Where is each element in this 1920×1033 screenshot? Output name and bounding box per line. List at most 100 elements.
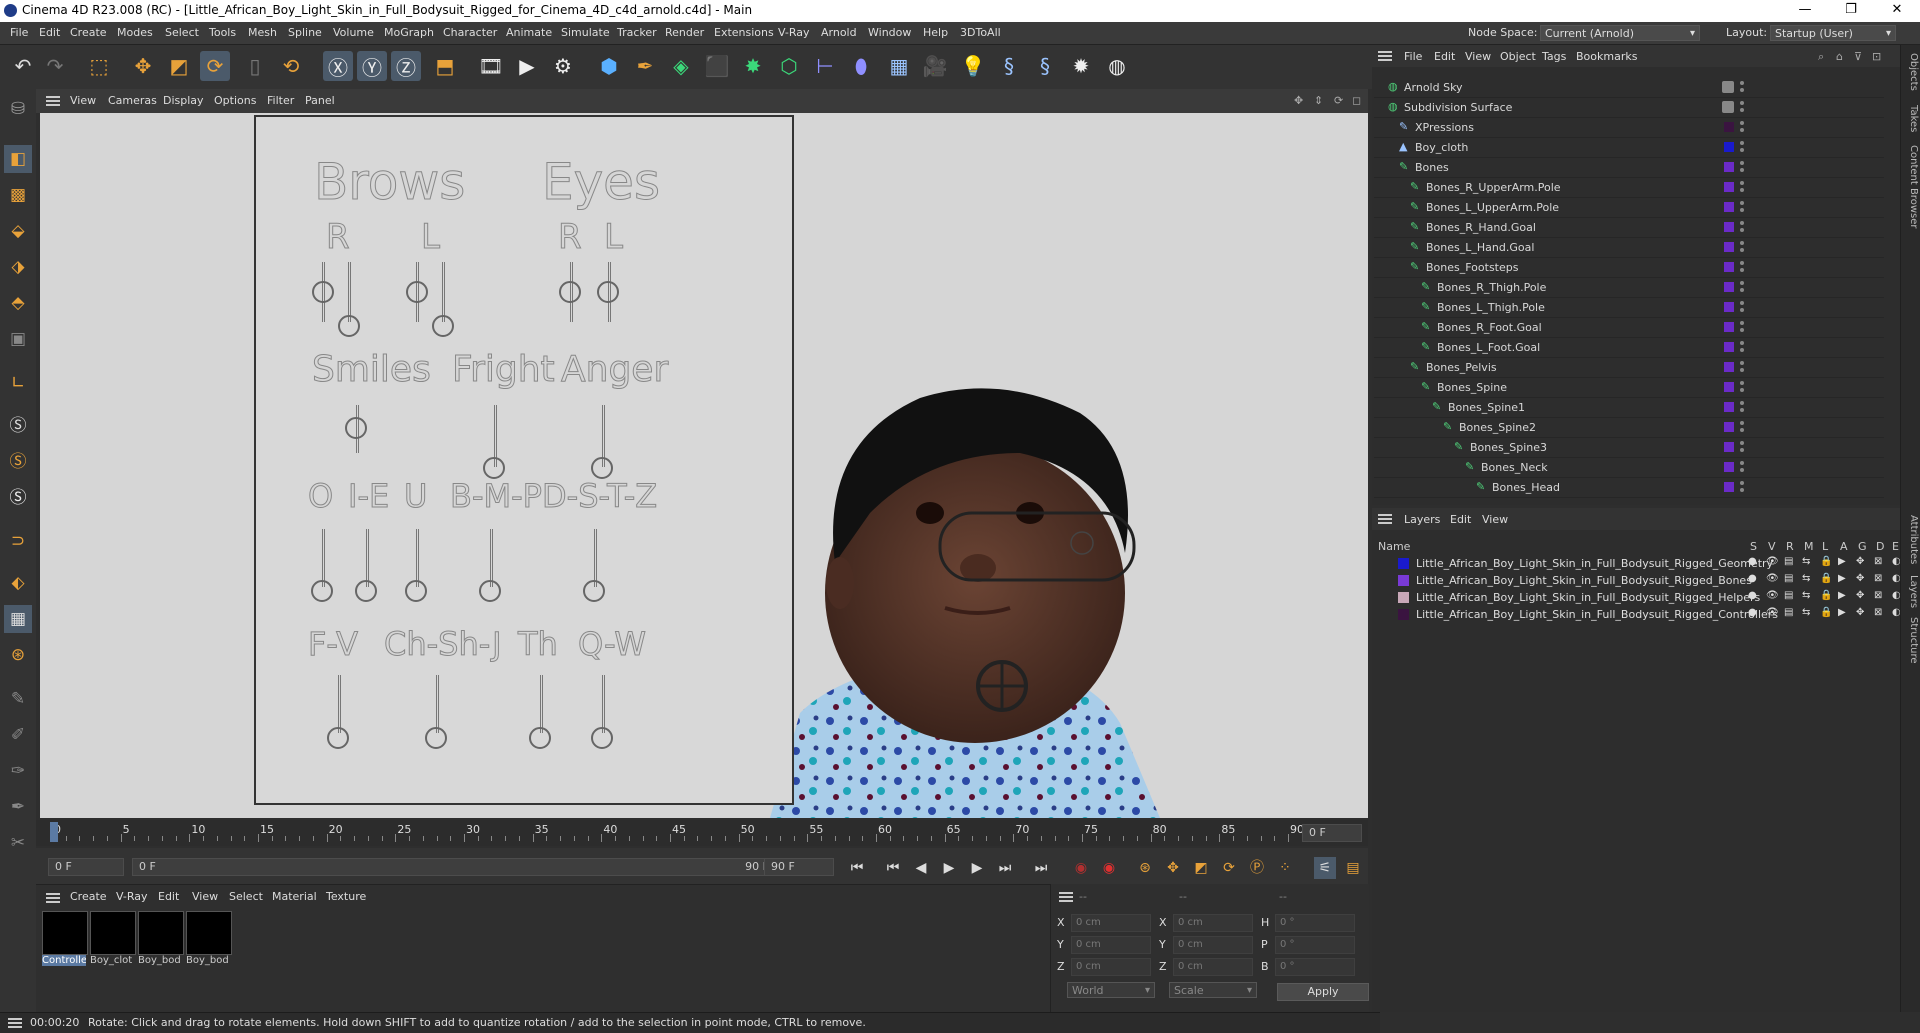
restore-icon[interactable]: ❐ <box>1828 0 1874 22</box>
object-name[interactable]: Bones_Head <box>1492 481 1560 494</box>
field-icon[interactable]: ⬮ <box>846 51 876 81</box>
visible-icon[interactable]: 👁 <box>1766 573 1779 584</box>
axis-mode-icon[interactable]: ∟ <box>4 369 32 397</box>
layer-menu-edit[interactable]: Edit <box>1450 513 1471 526</box>
object-row[interactable]: ✎ Bones_L_Thigh.Pole <box>1374 298 1884 318</box>
viewport-menu-cameras[interactable]: Cameras <box>108 94 157 107</box>
magnet-icon[interactable]: ⊃ <box>4 527 32 555</box>
brow-l-knob-a[interactable] <box>406 281 428 303</box>
menu-render[interactable]: Render <box>665 26 704 39</box>
snap-icon[interactable]: Ⓢ <box>4 409 32 437</box>
minimize-icon[interactable]: — <box>1782 0 1828 22</box>
knife-icon[interactable]: ✂ <box>4 829 32 857</box>
viewport-menu-filter[interactable]: Filter <box>267 94 294 107</box>
layer-name[interactable]: Little_African_Boy_Light_Skin_in_Full_Bo… <box>1416 591 1760 604</box>
solo-icon[interactable]: ● <box>1748 590 1757 601</box>
viewport-menu-icon[interactable] <box>46 96 60 106</box>
next-frame-icon[interactable]: ▶ <box>966 857 988 879</box>
menu-create[interactable]: Create <box>70 26 107 39</box>
y-axis-icon[interactable]: Ⓨ <box>357 51 387 81</box>
close-icon[interactable]: ✕ <box>1874 0 1920 22</box>
animation-icon[interactable]: ▶ <box>1838 556 1846 567</box>
visibility-dots-icon[interactable] <box>1740 441 1744 453</box>
layer-color-swatch[interactable] <box>1724 422 1734 432</box>
layer-color-swatch[interactable] <box>1724 262 1734 272</box>
paint-icon[interactable]: ✎ <box>4 685 32 713</box>
manager-icon[interactable]: ⇆ <box>1802 556 1810 567</box>
object-row[interactable]: ✎ Bones_Footsteps <box>1374 258 1884 278</box>
menu-arnold[interactable]: Arnold <box>821 26 857 39</box>
workplane-icon[interactable]: ⬖ <box>4 569 32 597</box>
obj-menu-view[interactable]: View <box>1465 50 1491 63</box>
menu-tracker[interactable]: Tracker <box>617 26 657 39</box>
animation-icon[interactable]: ▶ <box>1838 573 1846 584</box>
object-name[interactable]: Bones_Spine1 <box>1448 401 1525 414</box>
light-icon[interactable]: 💡 <box>958 51 988 81</box>
object-row[interactable]: ✎ Bones_R_Foot.Goal <box>1374 318 1884 338</box>
menu-modes[interactable]: Modes <box>117 26 153 39</box>
visibility-dots-icon[interactable] <box>1740 261 1744 273</box>
object-name[interactable]: Arnold Sky <box>1404 81 1463 94</box>
material-swatch-boy-body-2[interactable] <box>186 911 232 955</box>
solo-icon[interactable]: ● <box>1748 556 1757 567</box>
smile-knob[interactable] <box>345 417 367 439</box>
viseme-bmp-knob[interactable] <box>479 580 501 602</box>
prev-key-icon[interactable]: ⏮ <box>882 857 904 879</box>
brow-r-knob-a[interactable] <box>312 281 334 303</box>
layer-color-swatch[interactable] <box>1724 242 1734 252</box>
visibility-dots-icon[interactable] <box>1740 481 1744 493</box>
position-z-field[interactable]: 0 cm <box>1071 958 1151 976</box>
layer-color-icon[interactable] <box>1398 609 1409 620</box>
keyframe-selection-icon[interactable]: ⊛ <box>1134 857 1156 879</box>
object-name[interactable]: Bones_Pelvis <box>1426 361 1497 374</box>
lock-icon[interactable]: 🔒 <box>1820 607 1832 618</box>
layer-color-swatch[interactable] <box>1724 162 1734 172</box>
new-window-icon[interactable]: ⊡ <box>1872 50 1881 63</box>
viewport-maximize-icon[interactable]: ◻ <box>1352 94 1361 107</box>
object-name[interactable]: Bones_R_Foot.Goal <box>1437 321 1542 334</box>
menu-mograph[interactable]: MoGraph <box>384 26 434 39</box>
layer-name[interactable]: Little_African_Boy_Light_Skin_in_Full_Bo… <box>1416 608 1778 621</box>
viewport-rotate-icon[interactable]: ⟳ <box>1334 94 1343 107</box>
cloner-icon[interactable]: ✸ <box>738 51 768 81</box>
object-menu-icon[interactable] <box>1378 51 1392 61</box>
lock-icon[interactable]: 🔒 <box>1820 573 1832 584</box>
visible-icon[interactable]: 👁 <box>1766 556 1779 567</box>
visibility-dots-icon[interactable] <box>1740 401 1744 413</box>
layer-color-swatch[interactable] <box>1724 222 1734 232</box>
play-icon[interactable]: ▶ <box>938 857 960 879</box>
object-row[interactable]: ✎ Bones_Spine1 <box>1374 398 1884 418</box>
tab-content-browser[interactable]: Content Browser <box>1908 145 1919 228</box>
object-name[interactable]: Bones_Spine <box>1437 381 1507 394</box>
layer-color-icon[interactable] <box>1398 575 1409 586</box>
make-editable-icon[interactable]: ⛁ <box>4 95 32 123</box>
menu-mesh[interactable]: Mesh <box>248 26 277 39</box>
layer-color-swatch[interactable] <box>1724 362 1734 372</box>
floor-icon[interactable]: ▦ <box>884 51 914 81</box>
snap-alt-icon[interactable]: Ⓢ <box>4 481 32 509</box>
brow-r-knob-b[interactable] <box>338 315 360 337</box>
camera-icon[interactable]: 🎥 <box>920 51 950 81</box>
home-icon[interactable]: ⌂ <box>1836 50 1843 63</box>
object-row[interactable]: ✎ Bones_Spine <box>1374 378 1884 398</box>
layer-color-swatch[interactable] <box>1724 282 1734 292</box>
timeline-frame-field[interactable]: 0 F <box>1302 824 1362 842</box>
mat-menu-texture[interactable]: Texture <box>326 890 366 903</box>
layer-row[interactable]: Little_African_Boy_Light_Skin_in_Full_Bo… <box>1380 572 1901 589</box>
layer-menu-layers[interactable]: Layers <box>1404 513 1440 526</box>
size-z-field[interactable]: 0 cm <box>1173 958 1253 976</box>
visibility-dots-icon[interactable] <box>1740 461 1744 473</box>
object-row[interactable]: ✎ Bones_L_UpperArm.Pole <box>1374 198 1884 218</box>
workplane-lock-icon[interactable]: ⊛ <box>4 641 32 669</box>
timeline-window-icon[interactable]: ▤ <box>1342 857 1364 879</box>
cube-icon[interactable]: ⬢ <box>594 51 624 81</box>
spline-pen-icon[interactable]: ✒ <box>630 51 660 81</box>
generator-icon[interactable]: ✥ <box>1856 590 1864 601</box>
go-to-end-icon[interactable]: ⏭ <box>1030 857 1052 879</box>
eye-l-knob[interactable] <box>597 281 619 303</box>
snap-settings-icon[interactable]: Ⓢ <box>4 445 32 473</box>
texture-mode-icon[interactable]: ▩ <box>4 181 32 209</box>
visibility-dots-icon[interactable] <box>1740 81 1744 93</box>
mat-menu-edit[interactable]: Edit <box>158 890 179 903</box>
menu-select[interactable]: Select <box>165 26 199 39</box>
